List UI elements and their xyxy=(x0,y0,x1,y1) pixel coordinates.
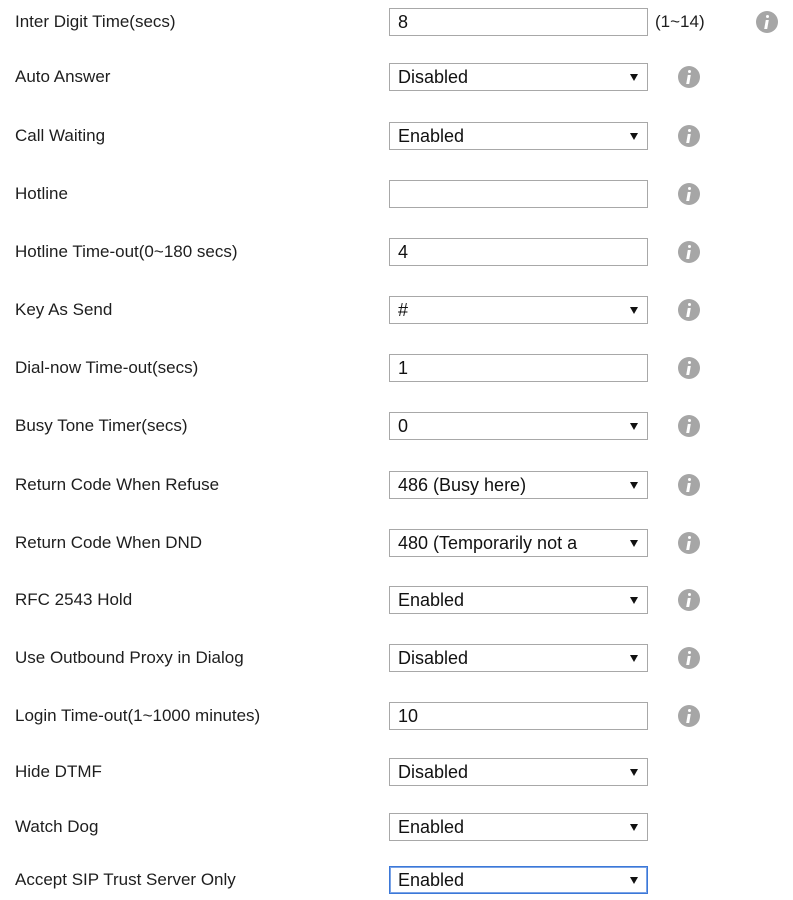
setting-row-accept-sip-trust-server: Accept SIP Trust Server Only Enabled xyxy=(0,860,793,900)
inter-digit-time-input[interactable]: 8 xyxy=(389,8,648,36)
select-value: Disabled xyxy=(398,762,469,782)
dropdown-arrow-icon xyxy=(630,133,638,140)
setting-row-dial-now-timeout: Dial-now Time-out(secs) 1 xyxy=(0,348,793,388)
select-value: Enabled xyxy=(398,870,465,890)
dropdown-arrow-icon xyxy=(630,307,638,314)
info-icon[interactable] xyxy=(678,474,700,496)
select-value: Enabled xyxy=(398,126,465,146)
setting-row-key-as-send: Key As Send # xyxy=(0,290,793,330)
return-code-refuse-select[interactable]: 486 (Busy here) xyxy=(389,471,648,499)
info-icon[interactable] xyxy=(678,66,700,88)
info-icon[interactable] xyxy=(678,415,700,437)
setting-row-hotline-timeout: Hotline Time-out(0~180 secs) 4 xyxy=(0,232,793,272)
setting-label: Accept SIP Trust Server Only xyxy=(15,870,236,889)
info-icon[interactable] xyxy=(678,589,700,611)
setting-row-return-code-dnd: Return Code When DND 480 (Temporarily no… xyxy=(0,523,793,563)
info-icon[interactable] xyxy=(678,705,700,727)
select-value: # xyxy=(398,300,409,320)
setting-label: Hotline xyxy=(15,184,68,203)
info-icon[interactable] xyxy=(678,299,700,321)
return-code-dnd-select[interactable]: 480 (Temporarily not a xyxy=(389,529,648,557)
info-icon[interactable] xyxy=(678,532,700,554)
setting-label: Call Waiting xyxy=(15,126,106,145)
setting-row-return-code-refuse: Return Code When Refuse 486 (Busy here) xyxy=(0,465,793,505)
range-hint: (1~14) xyxy=(655,12,705,31)
setting-label: Return Code When DND xyxy=(15,533,203,552)
rfc-2543-hold-select[interactable]: Enabled xyxy=(389,586,648,614)
watch-dog-select[interactable]: Enabled xyxy=(389,813,648,841)
setting-row-watch-dog: Watch Dog Enabled xyxy=(0,807,793,847)
login-timeout-input[interactable]: 10 xyxy=(389,702,648,730)
setting-label: Dial-now Time-out(secs) xyxy=(15,358,199,377)
setting-row-busy-tone-timer: Busy Tone Timer(secs) 0 xyxy=(0,406,793,446)
busy-tone-timer-select[interactable]: 0 xyxy=(389,412,648,440)
setting-label: Hide DTMF xyxy=(15,762,102,781)
select-value: Enabled xyxy=(398,817,465,837)
info-icon[interactable] xyxy=(678,183,700,205)
dial-now-timeout-input[interactable]: 1 xyxy=(389,354,648,382)
select-value: Disabled xyxy=(398,67,469,87)
dropdown-arrow-icon xyxy=(630,877,638,884)
setting-label: RFC 2543 Hold xyxy=(15,590,133,609)
setting-row-auto-answer: Auto Answer Disabled xyxy=(0,57,793,97)
setting-row-inter-digit-time: Inter Digit Time(secs) 8 (1~14) xyxy=(0,2,793,42)
setting-label: Use Outbound Proxy in Dialog xyxy=(15,648,244,667)
select-value: 480 (Temporarily not a xyxy=(398,533,578,553)
dropdown-arrow-icon xyxy=(630,74,638,81)
select-value: 0 xyxy=(398,416,409,436)
info-icon[interactable] xyxy=(678,357,700,379)
setting-label: Watch Dog xyxy=(15,817,99,836)
setting-label: Login Time-out(1~1000 minutes) xyxy=(15,706,261,725)
setting-row-call-waiting: Call Waiting Enabled xyxy=(0,116,793,156)
setting-row-hide-dtmf: Hide DTMF Disabled xyxy=(0,752,793,792)
dropdown-arrow-icon xyxy=(630,824,638,831)
setting-label: Busy Tone Timer(secs) xyxy=(15,416,188,435)
setting-row-outbound-proxy-dialog: Use Outbound Proxy in Dialog Disabled xyxy=(0,638,793,678)
select-value: Disabled xyxy=(398,648,469,668)
accept-sip-trust-server-select[interactable]: Enabled xyxy=(389,866,648,894)
call-waiting-select[interactable]: Enabled xyxy=(389,122,648,150)
dropdown-arrow-icon xyxy=(630,423,638,430)
hotline-input[interactable] xyxy=(389,180,648,208)
hide-dtmf-select[interactable]: Disabled xyxy=(389,758,648,786)
setting-label: Inter Digit Time(secs) xyxy=(15,12,176,31)
setting-row-hotline: Hotline xyxy=(0,174,793,214)
info-icon[interactable] xyxy=(756,11,778,33)
setting-label: Key As Send xyxy=(15,300,113,319)
key-as-send-select[interactable]: # xyxy=(389,296,648,324)
dropdown-arrow-icon xyxy=(630,540,638,547)
info-icon[interactable] xyxy=(678,647,700,669)
setting-row-login-timeout: Login Time-out(1~1000 minutes) 10 xyxy=(0,696,793,736)
hotline-timeout-input[interactable]: 4 xyxy=(389,238,648,266)
info-icon[interactable] xyxy=(678,241,700,263)
auto-answer-select[interactable]: Disabled xyxy=(389,63,648,91)
setting-label: Return Code When Refuse xyxy=(15,475,220,494)
dropdown-arrow-icon xyxy=(630,769,638,776)
setting-label: Hotline Time-out(0~180 secs) xyxy=(15,242,238,261)
select-value: Enabled xyxy=(398,590,465,610)
dropdown-arrow-icon xyxy=(630,597,638,604)
dropdown-arrow-icon xyxy=(630,655,638,662)
outbound-proxy-dialog-select[interactable]: Disabled xyxy=(389,644,648,672)
dropdown-arrow-icon xyxy=(630,482,638,489)
info-icon[interactable] xyxy=(678,125,700,147)
setting-row-rfc-2543-hold: RFC 2543 Hold Enabled xyxy=(0,580,793,620)
setting-label: Auto Answer xyxy=(15,67,111,86)
select-value: 486 (Busy here) xyxy=(398,475,527,495)
